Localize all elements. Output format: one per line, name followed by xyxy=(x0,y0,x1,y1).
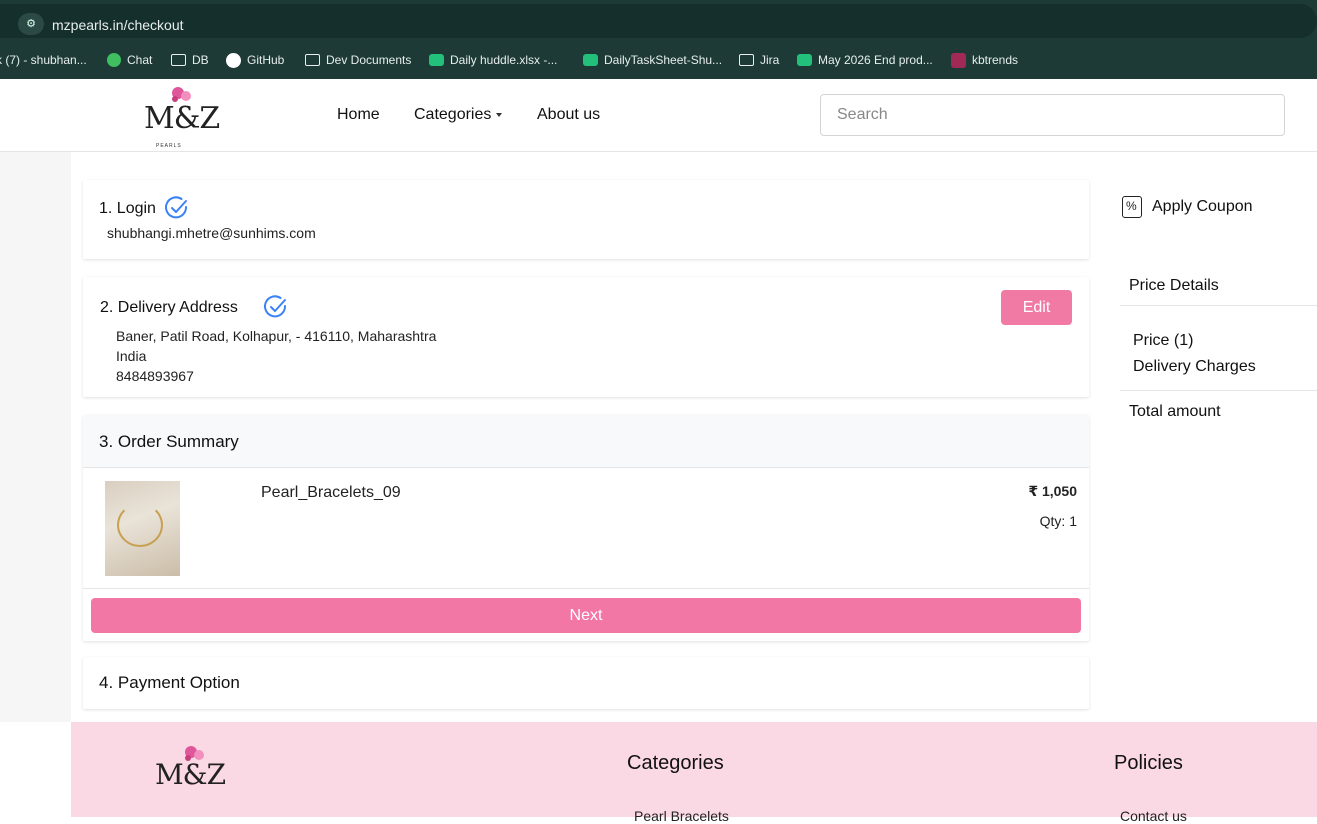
footer-category-link[interactable]: Pearl Bracelets xyxy=(634,808,729,824)
sheets-icon xyxy=(583,54,598,66)
footer-policy-link[interactable]: Contact us xyxy=(1120,808,1187,824)
nav-categories[interactable]: Categories xyxy=(414,106,503,124)
chat-icon xyxy=(107,53,121,67)
bookmark-item[interactable]: DailyTaskSheet-Shu... xyxy=(583,51,722,69)
order-summary-card: 3. Order Summary Pearl_Bracelets_09 ₹ 1,… xyxy=(83,415,1089,641)
logo-subtitle: PEARLS xyxy=(156,143,182,149)
coupon-icon xyxy=(1122,196,1142,218)
bookmark-item[interactable]: Jira xyxy=(739,51,779,69)
sheets-icon xyxy=(429,54,444,66)
apply-coupon-button[interactable]: Apply Coupon xyxy=(1122,196,1253,218)
site-footer: M&Z Categories Pearl Bracelets Policies … xyxy=(71,722,1317,824)
bookmark-item[interactable]: Chat xyxy=(107,51,152,69)
left-gutter xyxy=(0,152,71,722)
address-step-title: 2. Delivery Address xyxy=(100,299,238,316)
price-details-title: Price Details xyxy=(1129,277,1219,294)
address-country: India xyxy=(116,348,147,364)
folder-icon xyxy=(739,54,754,66)
folder-icon xyxy=(171,54,186,66)
bookmark-item[interactable]: DB xyxy=(171,51,209,69)
edit-address-button[interactable]: Edit xyxy=(1001,290,1072,325)
check-circle-icon xyxy=(165,196,188,219)
payment-step-card[interactable]: 4. Payment Option xyxy=(83,657,1089,709)
price-label: Price (1) xyxy=(1133,332,1194,349)
login-email: shubhangi.mhetre@sunhims.com xyxy=(107,225,316,241)
github-icon xyxy=(226,52,241,68)
url-text[interactable]: mzpearls.in/checkout xyxy=(52,17,184,33)
bookmarks-bar: k (7) - shubhan... Chat DB GitHub Dev Do… xyxy=(0,40,1317,79)
divider xyxy=(1120,390,1317,391)
product-qty: Qty: 1 xyxy=(1039,513,1077,529)
browser-url-bar: ⚙ mzpearls.in/checkout xyxy=(0,0,1317,40)
bookmark-item[interactable]: May 2026 End prod... xyxy=(797,51,933,69)
nav-about[interactable]: About us xyxy=(537,106,600,124)
brand-logo[interactable]: M&Z PEARLS xyxy=(140,85,224,149)
folder-icon xyxy=(305,54,320,66)
logo-text: M&Z xyxy=(144,101,220,136)
bookmark-item[interactable]: GitHub xyxy=(226,51,284,69)
bookmark-item[interactable]: Dev Documents xyxy=(305,51,411,69)
product-image[interactable] xyxy=(105,481,180,576)
search-input[interactable] xyxy=(820,94,1285,136)
footer-logo[interactable]: M&Z xyxy=(155,744,235,814)
address-field[interactable]: ⚙ mzpearls.in/checkout xyxy=(0,4,1317,38)
delivery-charges-label: Delivery Charges xyxy=(1133,358,1256,375)
bookmark-item[interactable]: kbtrends xyxy=(951,51,1018,69)
bookmark-item[interactable]: k (7) - shubhan... xyxy=(0,51,87,69)
bookmark-item[interactable]: Daily huddle.xlsx -... xyxy=(429,51,557,69)
total-amount-label: Total amount xyxy=(1129,403,1221,420)
footer-categories-title: Categories xyxy=(627,752,724,774)
next-button[interactable]: Next xyxy=(91,598,1081,633)
product-price: ₹ 1,050 xyxy=(1028,483,1077,499)
login-step-card: 1. Login shubhangi.mhetre@sunhims.com xyxy=(83,180,1089,259)
address-line: Baner, Patil Road, Kolhapur, - 416110, M… xyxy=(116,328,437,344)
footer-logo-text: M&Z xyxy=(155,758,226,791)
site-settings-icon[interactable]: ⚙ xyxy=(18,13,44,35)
order-summary-title: 3. Order Summary xyxy=(99,432,239,451)
order-summary-header: 3. Order Summary xyxy=(83,415,1089,468)
sheets-icon xyxy=(797,54,812,66)
payment-step-title: 4. Payment Option xyxy=(99,673,240,692)
divider xyxy=(83,588,1089,589)
check-circle-icon xyxy=(264,295,287,318)
product-name[interactable]: Pearl_Bracelets_09 xyxy=(261,484,401,502)
nav-home[interactable]: Home xyxy=(337,106,380,124)
site-header: M&Z PEARLS Home Categories About us xyxy=(0,79,1317,152)
address-phone: 8484893967 xyxy=(116,368,194,384)
footer-policies-title: Policies xyxy=(1114,752,1183,774)
caret-down-icon xyxy=(496,112,503,117)
site-icon xyxy=(951,52,966,68)
login-step-title: 1. Login xyxy=(99,200,156,217)
address-step-card: 2. Delivery Address Edit Baner, Patil Ro… xyxy=(83,277,1089,397)
divider xyxy=(1120,305,1317,306)
